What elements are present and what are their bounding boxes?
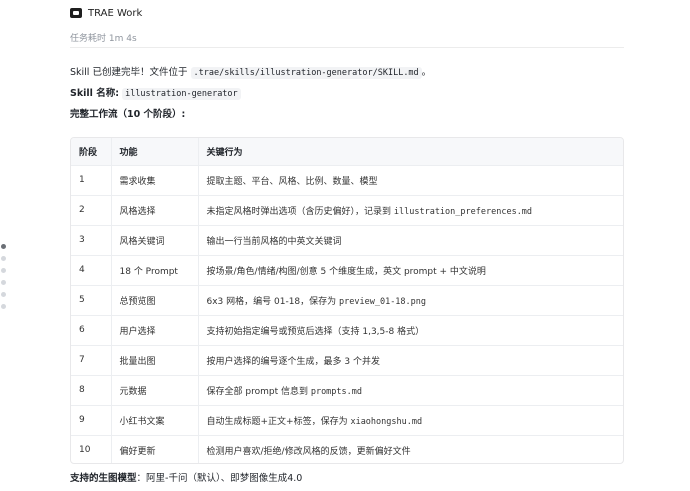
function-cell: 18 个 Prompt: [111, 255, 199, 286]
stage-cell: 3: [71, 225, 112, 256]
scroll-dot[interactable]: [1, 256, 6, 261]
table-row: 4 18 个 Prompt 按场景/角色/情绪/构图/创意 5 个维度生成，英文…: [71, 255, 623, 286]
skill-created-message: Skill 已创建完毕！文件位于 .trae/skills/illustrati…: [70, 64, 432, 79]
header-divider: [70, 47, 624, 48]
message-prefix: Skill 已创建完毕！文件位于: [70, 67, 191, 78]
behavior-cell: 6x3 网格，编号 01-18，保存为 preview_01-18.png: [198, 285, 623, 316]
behavior-cell: 自动生成标题+正文+标签，保存为 xiaohongshu.md: [198, 405, 623, 436]
behavior-cell: 按用户选择的编号逐个生成，最多 3 个并发: [198, 345, 623, 376]
stage-cell: 8: [71, 375, 112, 406]
supported-models-line: 支持的生图模型：阿里-千问（默认）、即梦图像生成4.0: [70, 470, 302, 484]
table-header-row: 阶段 功能 关键行为: [71, 138, 623, 166]
table-row: 10 偏好更新 检测用户喜欢/拒绝/修改风格的反馈，更新偏好文件: [71, 435, 623, 463]
stage-cell: 1: [71, 165, 112, 196]
stage-cell: 9: [71, 405, 112, 436]
function-cell: 小红书文案: [111, 405, 199, 436]
function-cell: 风格关键词: [111, 225, 199, 256]
behavior-text: 未指定风格时弹出选项（含历史偏好），记录到: [206, 206, 394, 217]
behavior-cell: 检测用户喜欢/拒绝/修改风格的反馈，更新偏好文件: [206, 446, 411, 457]
skill-file-path[interactable]: .trae/skills/illustration-generator/SKIL…: [190, 67, 422, 79]
stage-cell: 7: [71, 345, 112, 376]
behavior-text: 6x3 网格，编号 01-18，保存为: [206, 296, 340, 307]
app-title: TRAE Work: [88, 7, 143, 19]
column-header-function: 功能: [111, 138, 199, 166]
stage-cell: 6: [71, 315, 112, 346]
function-cell: 用户选择: [111, 315, 199, 346]
skill-name-line: Skill 名称: illustration-generator: [70, 85, 241, 100]
behavior-code: prompts.md: [310, 386, 363, 397]
behavior-code: xiaohongshu.md: [350, 416, 423, 427]
table-row: 7 批量出图 按用户选择的编号逐个生成，最多 3 个并发: [71, 345, 623, 376]
behavior-cell: 未指定风格时弹出选项（含历史偏好），记录到 illustration_prefe…: [198, 195, 623, 226]
scroll-indicator[interactable]: [0, 244, 8, 316]
scroll-dot[interactable]: [1, 304, 6, 309]
function-cell: 需求收集: [111, 165, 199, 196]
terminal-icon: [70, 8, 82, 18]
stage-cell: 5: [71, 285, 112, 316]
behavior-cell: 输出一行当前风格的中英文关键词: [198, 225, 623, 256]
scroll-dot[interactable]: [1, 244, 6, 249]
column-header-behavior: 关键行为: [198, 138, 623, 166]
function-cell: 偏好更新: [111, 435, 199, 463]
scroll-dot[interactable]: [1, 292, 6, 297]
behavior-cell: 按场景/角色/情绪/构图/创意 5 个维度生成，英文 prompt + 中文说明: [198, 255, 623, 286]
stage-cell: 4: [71, 255, 112, 286]
workflow-title: 完整工作流（10 个阶段）:: [70, 109, 186, 120]
skill-name-value: illustration-generator: [122, 88, 241, 100]
table-row: 6 用户选择 支持初始指定编号或预览后选择（支持 1,3,5-8 格式）: [71, 315, 623, 346]
function-cell: 总预览图: [111, 285, 199, 316]
function-cell: 元数据: [111, 375, 199, 406]
table-row: 3 风格关键词 输出一行当前风格的中英文关键词: [71, 225, 623, 256]
app-header: TRAE Work: [70, 6, 142, 20]
behavior-code: illustration_preferences.md: [393, 206, 533, 217]
table-row: 8 元数据 保存全部 prompt 信息到 prompts.md: [71, 375, 623, 406]
scroll-dot[interactable]: [1, 268, 6, 273]
table-row: 9 小红书文案 自动生成标题+正文+标签，保存为 xiaohongshu.md: [71, 405, 623, 436]
stage-cell: 10: [71, 435, 112, 463]
message-suffix: 。: [421, 67, 432, 78]
workflow-table: 阶段 功能 关键行为 1 需求收集 提取主题、平台、风格、比例、数量、模型 2 …: [70, 137, 624, 464]
behavior-cell: 支持初始指定编号或预览后选择（支持 1,3,5-8 格式）: [198, 315, 623, 346]
skill-name-label: Skill 名称:: [70, 88, 120, 99]
table-row: 1 需求收集 提取主题、平台、风格、比例、数量、模型: [71, 165, 623, 196]
behavior-text: 自动生成标题+正文+标签，保存为: [206, 416, 351, 427]
function-cell: 风格选择: [111, 195, 199, 226]
function-cell: 批量出图: [111, 345, 199, 376]
behavior-code: preview_01-18.png: [339, 296, 427, 307]
supported-models-label: 支持的生图模型: [70, 473, 137, 484]
column-header-stage: 阶段: [71, 138, 112, 166]
scroll-dot[interactable]: [1, 280, 6, 285]
table-row: 5 总预览图 6x3 网格，编号 01-18，保存为 preview_01-18…: [71, 285, 623, 316]
supported-models-text: ：阿里-千问（默认）、即梦图像生成4.0: [136, 473, 303, 484]
behavior-cell: 保存全部 prompt 信息到 prompts.md: [198, 375, 623, 406]
behavior-cell: 提取主题、平台、风格、比例、数量、模型: [198, 165, 623, 196]
table-row: 2 风格选择 未指定风格时弹出选项（含历史偏好），记录到 illustratio…: [71, 195, 623, 226]
behavior-text: 保存全部 prompt 信息到: [206, 386, 311, 397]
task-duration: 任务耗时 1m 4s: [70, 34, 137, 44]
stage-cell: 2: [71, 195, 112, 226]
